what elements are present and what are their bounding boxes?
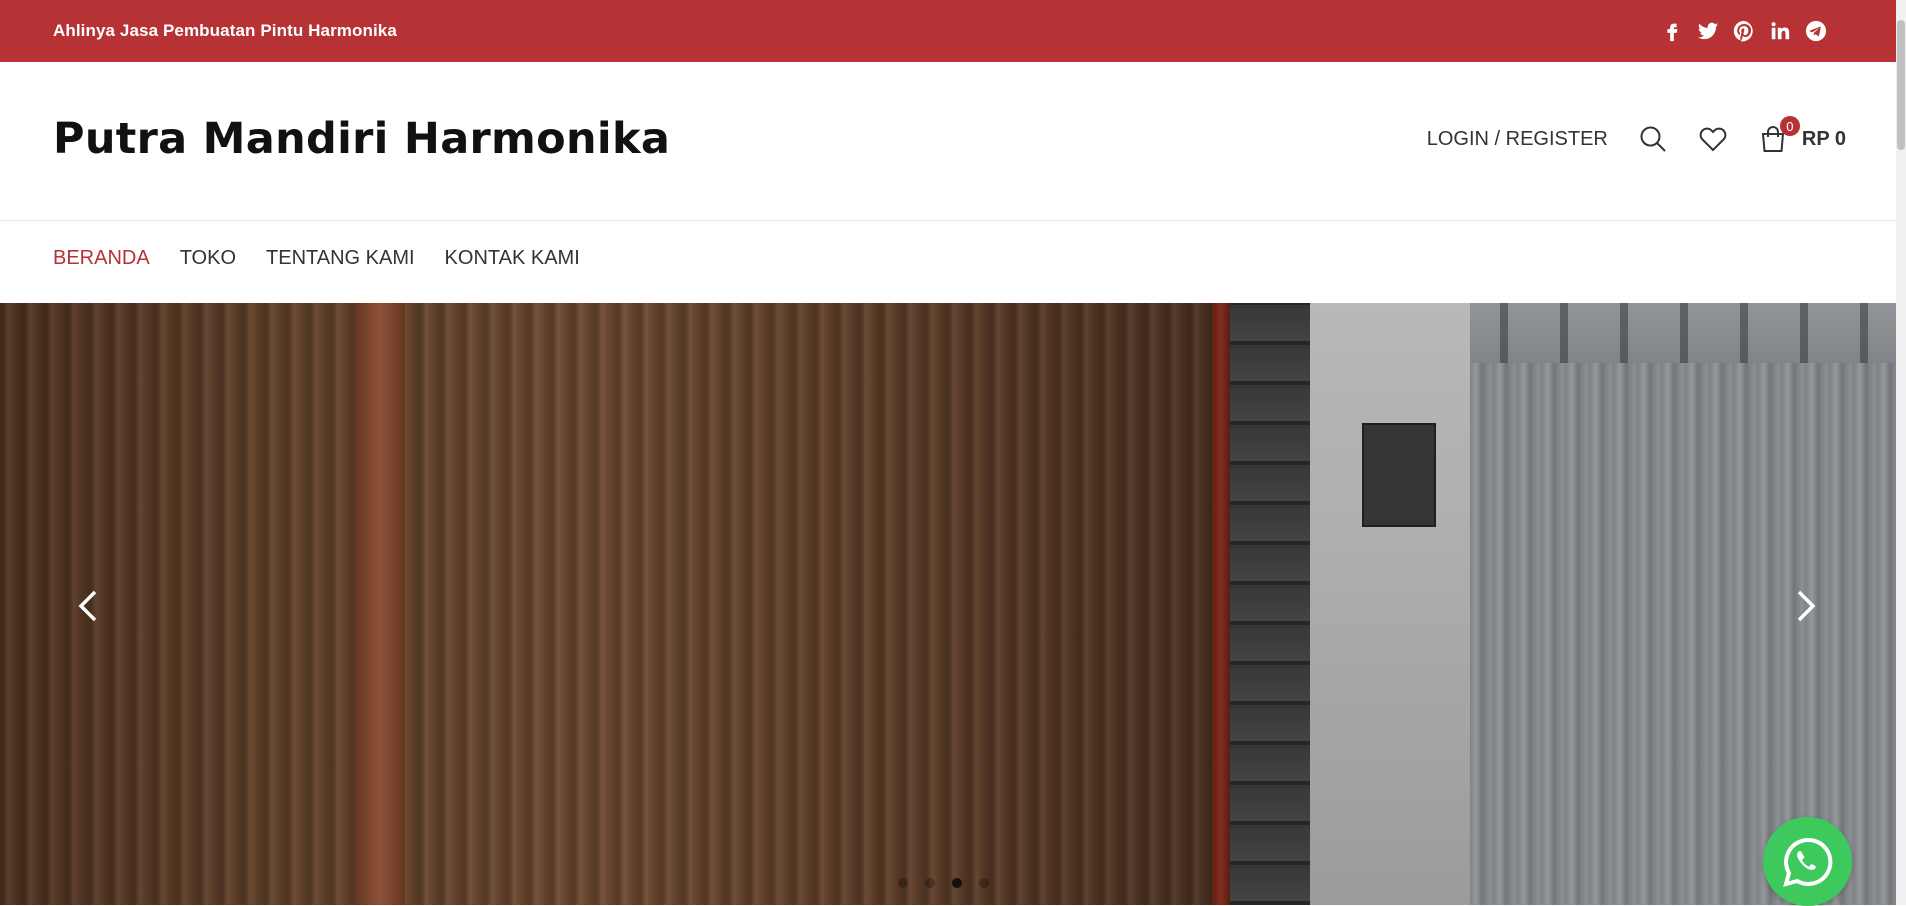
slider-pagination xyxy=(898,878,989,888)
whatsapp-icon xyxy=(1782,837,1832,887)
linkedin-icon[interactable] xyxy=(1767,17,1793,45)
site-logo[interactable]: Putra Mandiri Harmonika xyxy=(53,114,670,164)
whatsapp-chat-button[interactable] xyxy=(1763,817,1852,906)
twitter-icon[interactable] xyxy=(1695,17,1721,45)
slide-overlay xyxy=(0,303,1896,905)
site-header: Putra Mandiri Harmonika LOGIN / REGISTER… xyxy=(0,62,1896,221)
nav-item-tentang-kami[interactable]: TENTANG KAMI xyxy=(266,247,415,270)
cart-count-badge: 0 xyxy=(1779,116,1800,136)
cart-button[interactable]: 0 RP 0 xyxy=(1756,116,1846,156)
social-links xyxy=(1659,17,1829,45)
slider-next-arrow[interactable] xyxy=(1786,581,1826,631)
slider-dot[interactable] xyxy=(925,878,935,888)
pinterest-icon[interactable] xyxy=(1731,17,1757,45)
hero-slider xyxy=(0,303,1896,905)
topbar-tagline: Ahlinya Jasa Pembuatan Pintu Harmonika xyxy=(53,21,397,40)
slider-dot[interactable] xyxy=(898,878,908,888)
login-register-link[interactable]: LOGIN / REGISTER xyxy=(1427,128,1608,151)
slider-dot-active[interactable] xyxy=(952,878,962,888)
header-actions: LOGIN / REGISTER 0 RP 0 xyxy=(1427,116,1846,156)
facebook-icon[interactable] xyxy=(1659,17,1685,45)
page-scrollbar[interactable] xyxy=(1896,0,1906,905)
search-icon[interactable] xyxy=(1636,122,1670,156)
cart-total: RP 0 xyxy=(1801,127,1846,150)
slider-dot[interactable] xyxy=(979,878,989,888)
nav-item-beranda[interactable]: BERANDA xyxy=(53,247,150,270)
scrollbar-thumb[interactable] xyxy=(1897,20,1905,150)
slider-prev-arrow[interactable] xyxy=(68,581,108,631)
nav-item-toko[interactable]: TOKO xyxy=(180,247,236,270)
telegram-icon[interactable] xyxy=(1803,17,1829,45)
top-bar: Ahlinya Jasa Pembuatan Pintu Harmonika xyxy=(0,0,1896,62)
nav-item-kontak-kami[interactable]: KONTAK KAMI xyxy=(445,247,580,270)
shopping-bag-icon: 0 xyxy=(1756,116,1800,156)
main-navigation: BERANDA TOKO TENTANG KAMI KONTAK KAMI xyxy=(0,221,1896,304)
wishlist-heart-icon[interactable] xyxy=(1696,122,1730,156)
